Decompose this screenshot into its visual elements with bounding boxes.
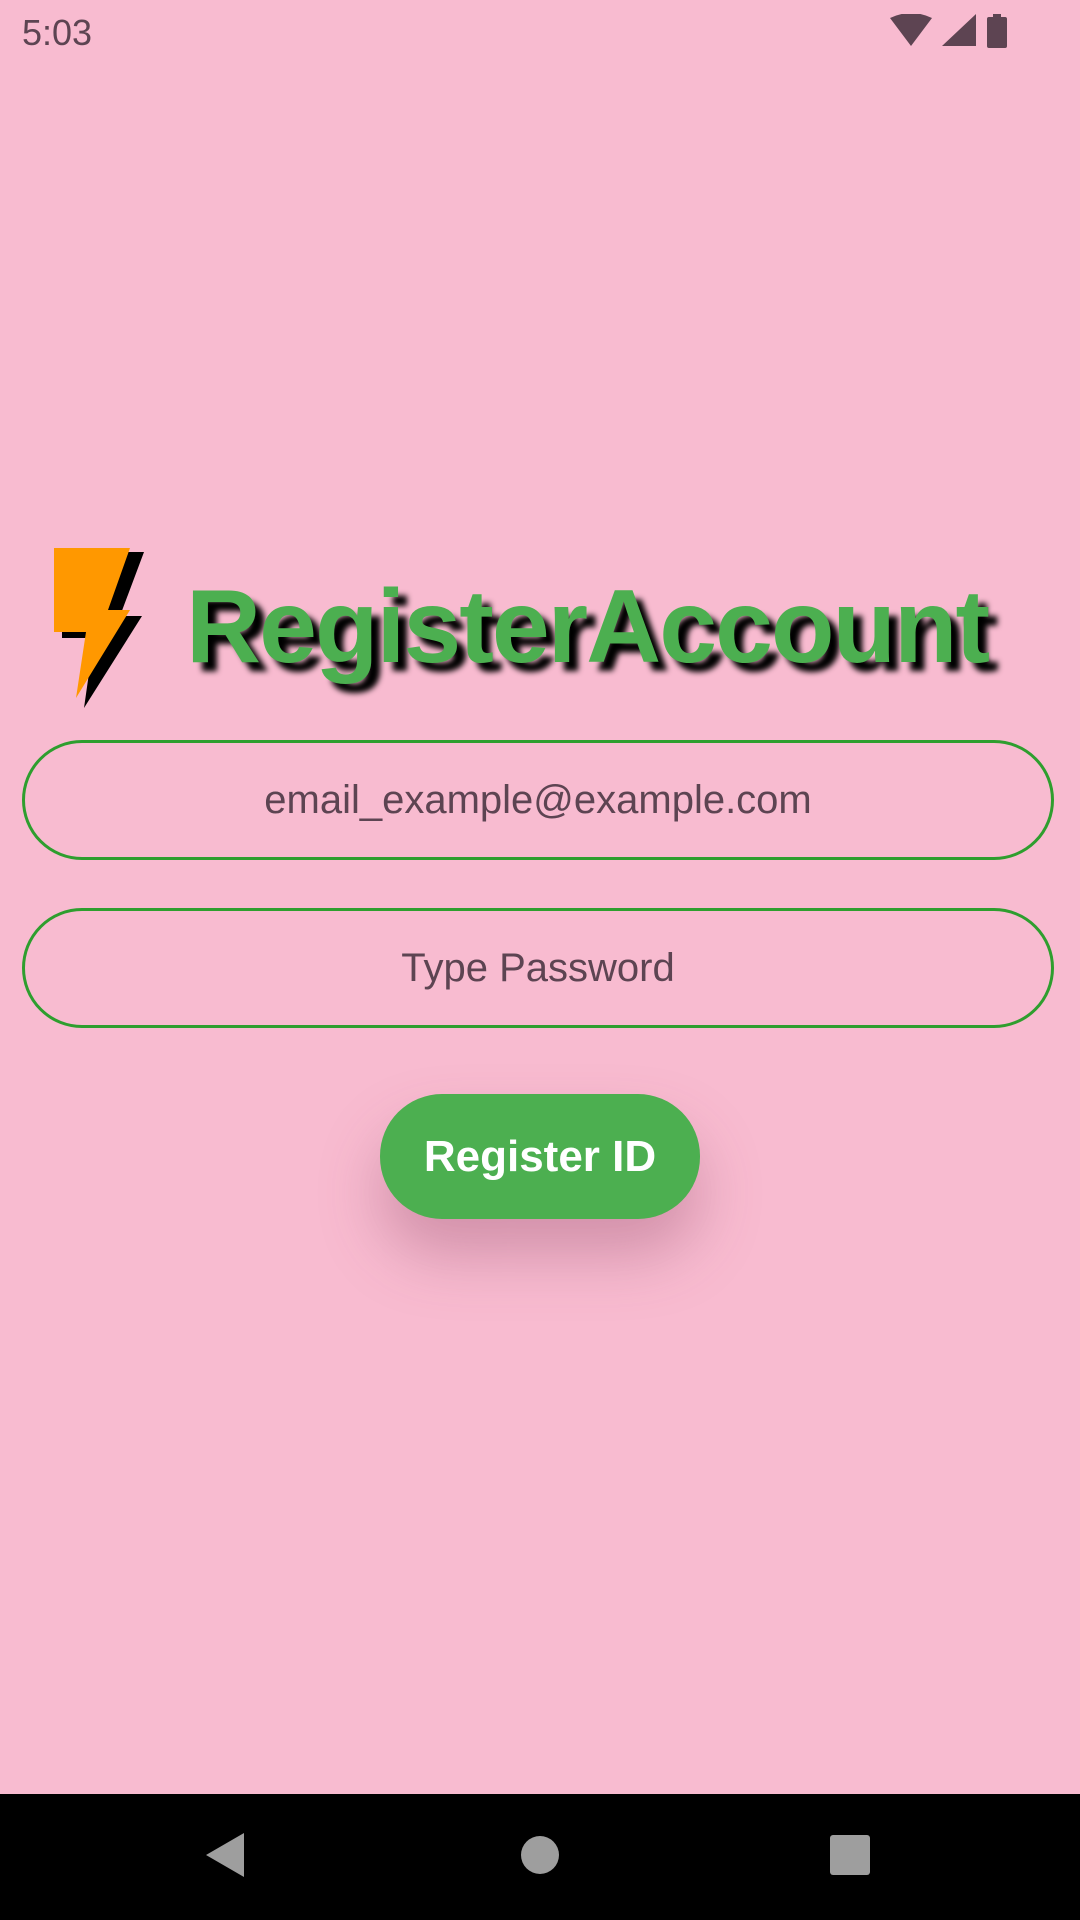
back-icon [206,1832,246,1882]
email-field[interactable] [22,740,1054,860]
home-button[interactable] [480,1794,600,1920]
status-icons [890,14,1008,48]
battery-icon [986,14,1008,48]
password-field[interactable] [22,908,1054,1028]
lightning-bolt-icon [48,548,148,708]
cellular-signal-icon [942,14,976,48]
wifi-icon [890,14,932,48]
register-button[interactable]: Register ID [380,1094,700,1219]
home-icon [520,1835,560,1880]
recents-icon [830,1834,870,1880]
status-bar: 5:03 [0,0,1080,64]
app-header: RegisterAccount [48,548,1048,708]
back-button[interactable] [166,1794,286,1920]
page-title: RegisterAccount [186,569,990,685]
register-screen: 5:03 RegisterAccount email_example@examp… [0,0,1080,1920]
navigation-bar [0,1794,1080,1920]
recents-button[interactable] [790,1794,910,1920]
status-time: 5:03 [22,12,93,53]
